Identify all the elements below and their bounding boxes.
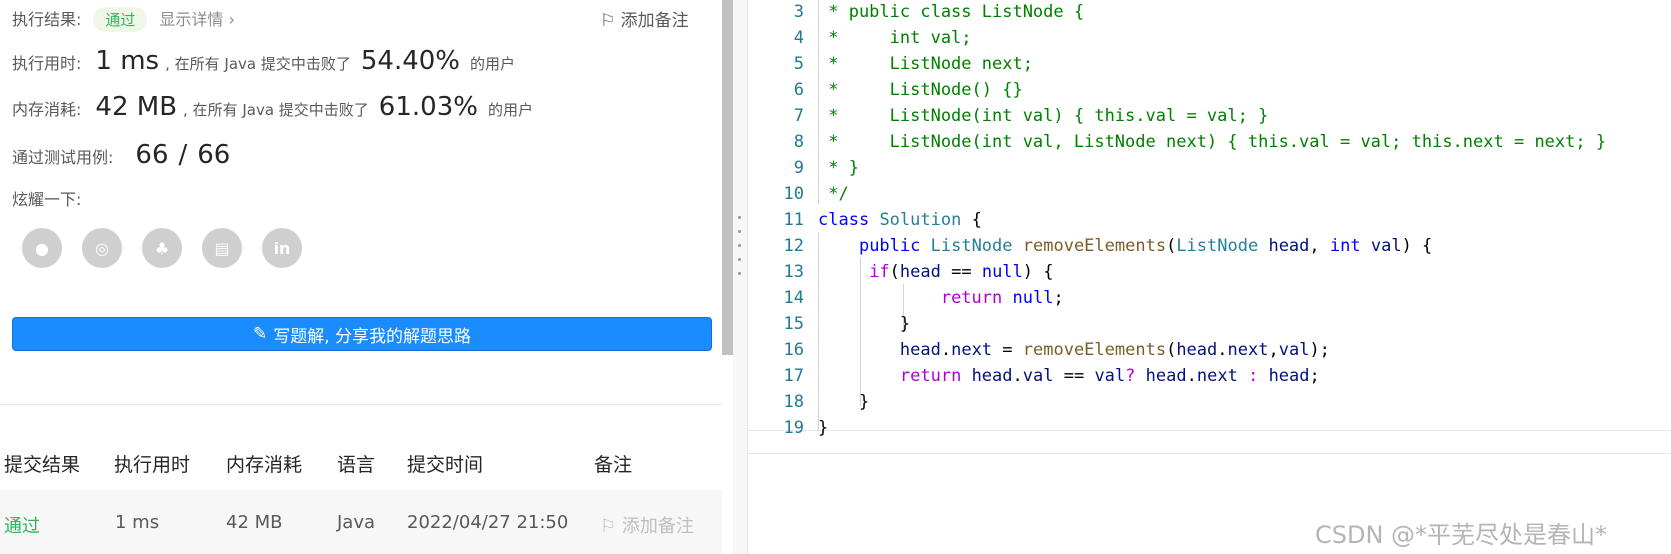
code-line[interactable]: * ListNode(int val) { this.val = val; } (818, 106, 1268, 126)
col-result: 提交结果 (4, 454, 81, 476)
code-line[interactable]: * int val; (818, 28, 971, 48)
line-number: 3 (793, 2, 804, 22)
share-buttons: ● ◎ ♣ ▤ in (22, 228, 302, 268)
line-number: 13 (783, 262, 804, 282)
code-line[interactable]: */ (818, 184, 848, 204)
col-note: 备注 (594, 454, 633, 476)
code-line[interactable]: } (818, 418, 828, 438)
qq-icon[interactable]: ♣ (142, 228, 182, 268)
runtime-suffix: 的用户 (470, 55, 516, 73)
code-line[interactable]: return head.val == val? head.next : head… (818, 366, 1320, 386)
runtime-beat-text: , 在所有 Java 提交中击败了 (165, 55, 351, 73)
memory-value: 42 MB (95, 92, 178, 122)
submission-panel: 执行结果: 通过 显示详情 › ⚐ 添加备注 执行用时: 1 ms , 在所有 … (0, 0, 722, 554)
col-submitted: 提交时间 (407, 454, 484, 476)
code-line[interactable]: * } (818, 158, 859, 178)
code-line[interactable]: head.next = removeElements(head.next,val… (818, 340, 1330, 360)
line-number: 10 (783, 184, 804, 204)
memory-label: 内存消耗: (12, 100, 82, 119)
pencil-icon: ✎ (252, 324, 268, 344)
row-memory: 42 MB (226, 512, 283, 533)
result-label: 执行结果: (12, 10, 82, 29)
write-solution-button[interactable]: ✎ 写题解, 分享我的解题思路 (12, 317, 712, 351)
code-line[interactable]: public ListNode removeElements(ListNode … (818, 236, 1432, 256)
line-number: 7 (793, 106, 804, 126)
submissions-table-header: 提交结果 执行用时 内存消耗 语言 提交时间 备注 (0, 428, 722, 490)
line-number: 4 (793, 28, 804, 48)
add-note-button[interactable]: ⚐ 添加备注 (600, 6, 689, 31)
table-row[interactable]: 通过 1 ms 42 MB Java 2022/04/27 21:50 ⚐ 添加… (0, 490, 722, 554)
row-language: Java (337, 512, 376, 533)
status-badge: 通过 (93, 7, 148, 32)
weibo-icon[interactable]: ◎ (82, 228, 122, 268)
runtime-row: 执行用时: 1 ms , 在所有 Java 提交中击败了 54.40% 的用户 (12, 46, 515, 76)
splitter-grip-dot (738, 216, 741, 219)
row-result[interactable]: 通过 (4, 512, 40, 538)
current-line-highlight (748, 430, 1671, 454)
flag-icon: ⚐ (600, 516, 617, 537)
chevron-right-icon: › (228, 10, 235, 29)
col-language: 语言 (337, 454, 376, 476)
row-submitted: 2022/04/27 21:50 (407, 512, 569, 533)
line-number: 17 (783, 366, 804, 386)
linkedin-icon[interactable]: in (262, 228, 302, 268)
row-add-note[interactable]: ⚐ 添加备注 (600, 512, 694, 538)
share-row-label: 炫耀一下: (12, 186, 81, 210)
code-line[interactable]: } (818, 392, 869, 412)
code-line[interactable]: class Solution { (818, 210, 982, 230)
row-runtime: 1 ms (115, 512, 160, 533)
splitter-grip-dot (738, 258, 741, 261)
divider (0, 404, 722, 405)
line-number: 18 (783, 392, 804, 412)
tests-passed: 66 (135, 140, 169, 170)
memory-row: 内存消耗: 42 MB , 在所有 Java 提交中击败了 61.03% 的用户 (12, 92, 533, 122)
runtime-percent: 54.40% (360, 46, 460, 76)
line-number: 11 (783, 210, 804, 230)
code-line[interactable]: * public class ListNode { (818, 2, 1084, 22)
runtime-label: 执行用时: (12, 54, 82, 73)
line-number: 5 (793, 54, 804, 74)
memory-suffix: 的用户 (487, 101, 533, 119)
splitter-grip-dot (738, 272, 741, 275)
tests-total: 66 (197, 140, 231, 170)
watermark: CSDN @*平芜尽处是春山* (1315, 521, 1608, 549)
left-panel-scrollbar[interactable] (722, 0, 733, 355)
tests-label: 通过测试用例: (12, 148, 114, 167)
panel-splitter[interactable] (733, 0, 748, 554)
col-memory: 内存消耗 (226, 454, 303, 476)
tests-row: 通过测试用例: 66 / 66 (12, 140, 230, 170)
code-line[interactable]: * ListNode(int val, ListNode next) { thi… (818, 132, 1606, 152)
line-number: 12 (783, 236, 804, 256)
code-line[interactable]: * ListNode next; (818, 54, 1033, 74)
line-number: 19 (783, 418, 804, 438)
splitter-grip-dot (738, 244, 741, 247)
memory-beat-text: , 在所有 Java 提交中击败了 (183, 101, 369, 119)
col-runtime: 执行用时 (114, 454, 191, 476)
result-row: 执行结果: 通过 显示详情 › (12, 6, 235, 32)
douban-icon[interactable]: ▤ (202, 228, 242, 268)
flag-icon: ⚐ (600, 11, 616, 31)
runtime-value: 1 ms (95, 46, 160, 76)
code-line[interactable]: * ListNode() {} (818, 80, 1022, 100)
code-line[interactable]: } (818, 314, 910, 334)
memory-percent: 61.03% (378, 92, 478, 122)
share-label: 炫耀一下: (12, 190, 82, 209)
code-line[interactable]: if(head == null) { (818, 262, 1053, 282)
tests-separator: / (178, 140, 188, 170)
line-number: 15 (783, 314, 804, 334)
code-editor[interactable]: 3 * public class ListNode { 4 * int val;… (748, 0, 1671, 554)
line-number: 9 (793, 158, 804, 178)
show-details-link[interactable]: 显示详情 › (159, 6, 235, 30)
line-number: 14 (783, 288, 804, 308)
wechat-icon[interactable]: ● (22, 228, 62, 268)
line-number: 6 (793, 80, 804, 100)
code-line[interactable]: return null; (818, 288, 1064, 308)
splitter-grip-dot (738, 230, 741, 233)
line-number: 16 (783, 340, 804, 360)
line-number: 8 (793, 132, 804, 152)
